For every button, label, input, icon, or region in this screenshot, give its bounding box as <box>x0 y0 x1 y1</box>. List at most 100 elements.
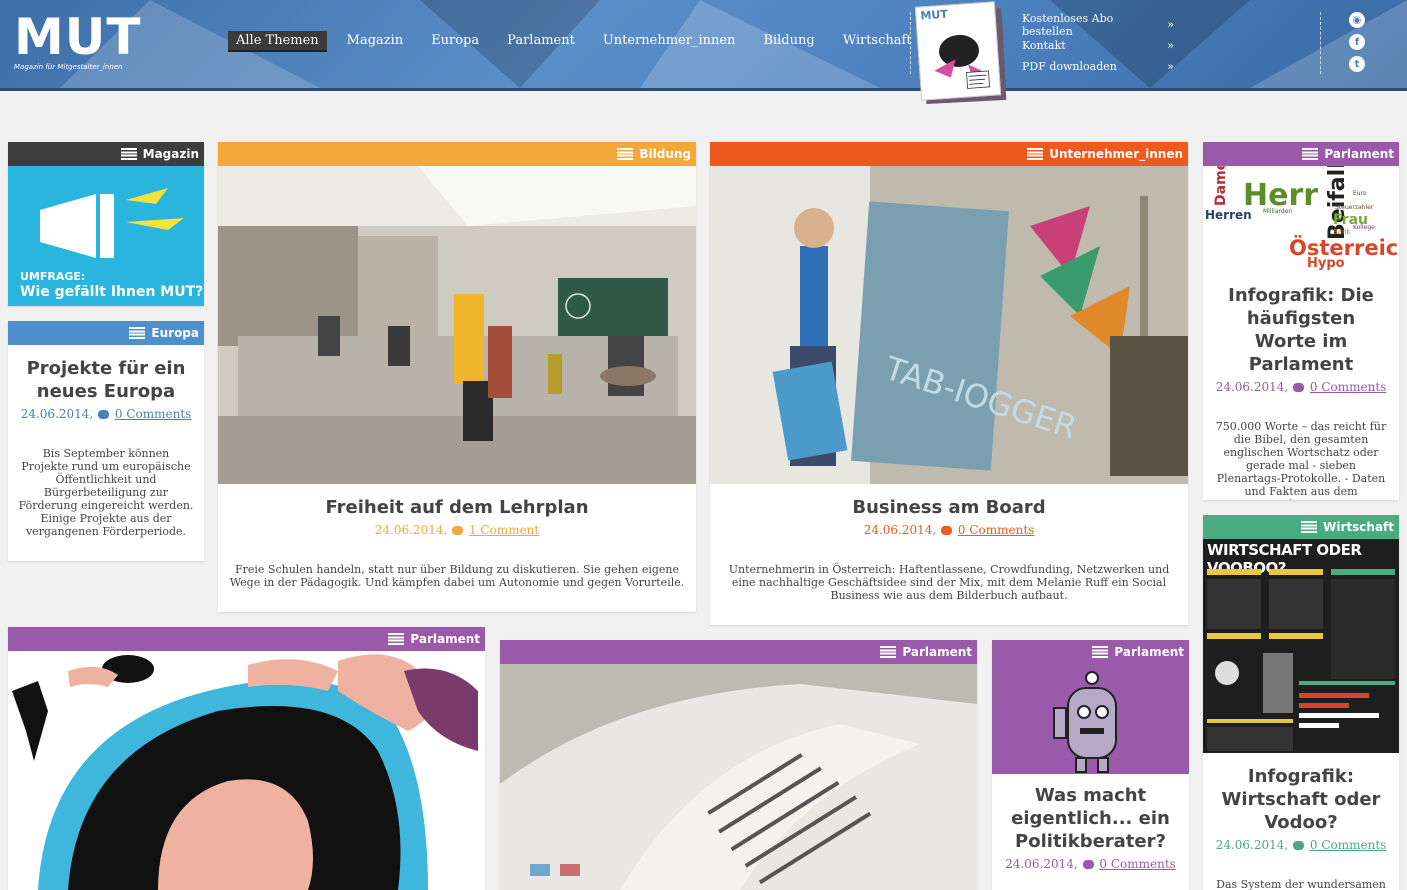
comment-icon <box>941 526 953 535</box>
comment-icon <box>1293 841 1305 850</box>
logo-tagline: Magazin für Mitgestalter_innen <box>14 63 123 71</box>
magazine-cover[interactable]: MUT <box>914 1 1007 105</box>
abo-link[interactable]: Kostenloses Abo bestellen » <box>1022 12 1174 38</box>
site-header: MUT Magazin für Mitgestalter_innen Alle … <box>0 0 1407 105</box>
article-meta: 24.06.2014, 0 Comments <box>1203 838 1399 852</box>
comment-icon <box>98 410 110 419</box>
newspaper-photo <box>500 664 977 890</box>
infographic-image[interactable]: WIRTSCHAFT ODER VOOBOO? <box>1203 539 1399 753</box>
nav-item-wirtschaft[interactable]: Wirtschaft <box>835 31 920 52</box>
promo-kicker: UMFRAGE: <box>20 270 86 283</box>
nav-item-bildung[interactable]: Bildung <box>755 31 822 52</box>
category-icon <box>1092 646 1109 658</box>
comments-link[interactable]: 1 Comment <box>469 523 539 537</box>
article-date: 24.06.2014, <box>1005 857 1078 871</box>
card-bildung[interactable]: Bildung Freiheit auf dem Lehrplan 24.06.… <box>218 142 696 612</box>
classroom-photo <box>218 166 696 484</box>
category-bar: Parlament <box>8 627 485 651</box>
chevron-right-icon: » <box>1167 18 1174 31</box>
nav-item-magazin[interactable]: Magazin <box>339 31 412 52</box>
infographic-body <box>1207 569 1395 751</box>
comments-link[interactable]: 0 Comments <box>1310 380 1386 394</box>
nav-item-parlament[interactable]: Parlament <box>499 31 583 52</box>
twitter-icon[interactable]: t <box>1349 56 1365 72</box>
article-title[interactable]: Projekte für ein neues Europa <box>8 357 204 403</box>
article-date: 24.06.2014, <box>20 407 94 421</box>
main-nav: Alle Themen Magazin Europa Parlament Unt… <box>228 31 932 52</box>
category-bar: Unternehmer_innen <box>710 142 1188 166</box>
promo-headline: Wie gefällt Ihnen MUT? <box>20 284 204 300</box>
promo-image[interactable]: UMFRAGE: Wie gefällt Ihnen MUT? <box>8 166 204 306</box>
comment-icon <box>452 526 464 535</box>
comment-icon <box>1293 383 1305 392</box>
comments-link[interactable]: 0 Comments <box>1099 857 1175 871</box>
facebook-icon[interactable]: f <box>1349 34 1365 50</box>
card-parlament-zeitung[interactable]: Parlament <box>500 640 977 890</box>
chevron-right-icon: » <box>1167 60 1174 73</box>
article-image[interactable] <box>218 166 696 484</box>
article-date: 24.06.2014, <box>1215 838 1289 852</box>
article-excerpt: Das System der wundersamen <box>1216 878 1386 890</box>
political-cartoon <box>12 654 478 890</box>
nav-item-europa[interactable]: Europa <box>423 31 487 52</box>
category-bar: Parlament <box>500 640 977 664</box>
article-image[interactable] <box>500 664 977 890</box>
article-image[interactable]: TAB-IOGGER <box>710 166 1188 484</box>
workshop-photo: TAB-IOGGER <box>710 166 1188 484</box>
article-image[interactable] <box>8 651 485 890</box>
nav-item-unternehmer-innen[interactable]: Unternehmer_innen <box>595 31 744 52</box>
robot-icon <box>1053 671 1117 773</box>
article-image[interactable] <box>992 664 1189 774</box>
card-wirtschaft[interactable]: Wirtschaft WIRTSCHAFT ODER VOOBOO? Infog… <box>1203 515 1399 890</box>
article-date: 24.06.2014, <box>863 523 937 537</box>
article-title[interactable]: Was macht eigentlich... ein Politikberat… <box>992 784 1189 853</box>
article-excerpt: Unternehmerin in Österreich: Haftentlass… <box>728 563 1170 602</box>
nav-item-alle-themen[interactable]: Alle Themen <box>228 31 327 52</box>
card-magazin[interactable]: Magazin UMFRAGE: Wie gefällt Ihnen MUT? <box>8 142 204 306</box>
category-icon <box>617 148 634 160</box>
rss-icon[interactable]: ◉ <box>1349 12 1365 28</box>
megaphone-icon <box>40 188 184 258</box>
category-icon <box>129 327 146 339</box>
wordcloud-image[interactable]: Herr Damen Beifall Herren Frau Österreic… <box>1203 166 1399 276</box>
card-parlament-politikberater[interactable]: Parlament Was macht eigentlich... ein Po… <box>992 640 1189 890</box>
kontakt-link[interactable]: Kontakt » <box>1022 35 1174 56</box>
header-links: Kostenloses Abo bestellen » Kontakt » PD… <box>1022 12 1174 77</box>
comments-link[interactable]: 0 Comments <box>958 523 1034 537</box>
category-icon <box>1301 521 1318 533</box>
category-icon <box>388 633 405 645</box>
card-parlament-infografik[interactable]: Parlament Herr Damen Beifall Herren Frau… <box>1203 142 1399 500</box>
header-divider <box>910 12 911 74</box>
article-title[interactable]: Infografik: Wirtschaft oder Vodoo? <box>1203 765 1399 834</box>
category-bar: Wirtschaft <box>1203 515 1399 539</box>
category-icon <box>1027 148 1044 160</box>
article-meta: 24.06.2014, 0 Comments <box>1203 380 1399 394</box>
pdf-download-link[interactable]: PDF downloaden » <box>1022 56 1174 77</box>
article-title[interactable]: Freiheit auf dem Lehrplan <box>218 496 696 519</box>
article-meta: 24.06.2014, 0 Comments <box>992 857 1189 871</box>
chevron-right-icon: » <box>1167 39 1174 52</box>
comments-link[interactable]: 0 Comments <box>1310 838 1386 852</box>
article-meta: 24.06.2014, 1 Comment <box>218 523 696 537</box>
category-bar: Europa <box>8 321 204 345</box>
article-title[interactable]: Infografik: Die häufigsten Worte im Parl… <box>1203 284 1399 376</box>
comments-link[interactable]: 0 Comments <box>115 407 191 421</box>
category-bar: Parlament <box>992 640 1189 664</box>
comment-icon <box>1082 860 1094 869</box>
article-date: 24.06.2014, <box>374 523 448 537</box>
card-parlament-illustration[interactable]: Parlament <box>8 627 485 890</box>
category-icon <box>880 646 897 658</box>
article-meta: 24.06.2014, 0 Comments <box>710 523 1188 537</box>
card-europa[interactable]: Europa Projekte für ein neues Europa 24.… <box>8 321 204 561</box>
category-bar: Magazin <box>8 142 204 166</box>
article-meta: 24.06.2014, 0 Comments <box>8 407 204 421</box>
article-date: 24.06.2014, <box>1215 380 1289 394</box>
card-unternehmer-innen[interactable]: Unternehmer_innen TAB-IOGGER Business am… <box>710 142 1188 625</box>
category-icon <box>1302 148 1319 160</box>
logo-wordmark: MUT <box>14 8 142 66</box>
article-title[interactable]: Business am Board <box>710 496 1188 519</box>
article-excerpt: Bis September können Projekte rund um eu… <box>18 447 194 538</box>
site-logo[interactable]: MUT Magazin für Mitgestalter_innen <box>14 12 141 71</box>
cover-illustration <box>934 34 991 89</box>
category-bar: Bildung <box>218 142 696 166</box>
